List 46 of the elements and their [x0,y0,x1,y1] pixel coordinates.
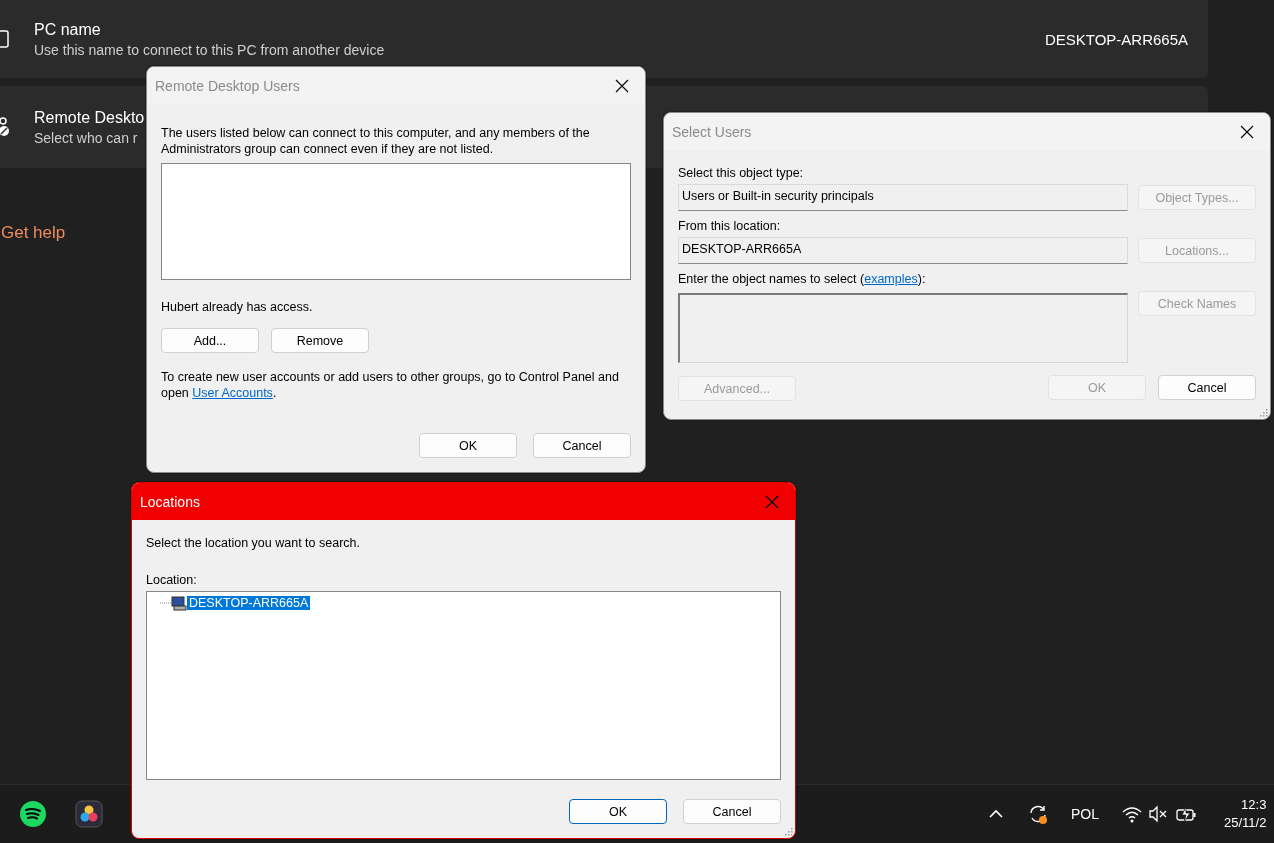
window-title: Locations [140,493,200,510]
field-label: From this location: [678,219,782,233]
dialog-button[interactable]: Add... [161,328,259,353]
help-text: To create new user accounts or add users to other groups, go to Control Panel and open User Accounts. [161,369,620,401]
dialog-button[interactable]: OK [569,799,667,824]
object-names-field[interactable] [678,293,1128,363]
dialog-button[interactable]: Cancel [533,433,631,458]
tree-label: Location: [146,573,198,587]
examples-link[interactable]: examples [864,272,918,286]
window-title: Remote Desktop Users [155,77,300,94]
card-subtitle: Select who can r [34,129,138,146]
tree-item[interactable]: DESKTOP-ARR665A [187,596,311,610]
muted-speaker-icon[interactable] [1147,803,1169,825]
close-icon [1240,124,1254,139]
device-icon [0,27,10,51]
clock-date[interactable]: 25/11/2 [1224,814,1267,832]
input-field[interactable]: DESKTOP-ARR665A [678,237,1128,264]
music-app-icon[interactable] [19,800,47,828]
video-editor-icon[interactable] [75,800,103,828]
sync-icon[interactable] [1027,803,1049,825]
location-tree[interactable]: DESKTOP-ARR665A [146,591,781,780]
language-indicator[interactable]: POL [1071,806,1099,822]
pc-name-value: DESKTOP-ARR665A [1044,30,1188,48]
close-icon [615,78,629,93]
input-field[interactable]: Users or Built-in security principals [678,184,1128,211]
access-note: Hubert already has access. [161,300,314,314]
dialog-button[interactable]: Cancel [1158,375,1256,400]
field-label: Select this object type: [678,166,805,180]
description-text: Select the location you want to search. [146,536,361,550]
resize-grip-icon[interactable] [783,826,793,836]
card-title: PC name [34,20,101,39]
dialog-button[interactable]: OK [419,433,517,458]
help-link[interactable]: Get help [1,223,66,243]
resize-grip-icon[interactable] [1258,407,1268,417]
dialog-button[interactable]: Cancel [683,799,781,824]
close-icon [765,494,779,509]
dialog-button[interactable]: Remove [271,328,369,353]
window-title: Select Users [672,123,752,140]
users-list[interactable] [161,163,631,280]
field-label: Enter the object names to select (examples): [678,272,927,286]
clock-time[interactable]: 12:3 [1241,796,1267,814]
computer-icon [159,595,187,611]
description-text: The users listed below can connect to this computer, and any members of the Administrators group can connect even if they are not listed. [161,125,591,157]
card-title: Remote Deskto [34,108,145,127]
user-accounts-link[interactable]: User Accounts [192,386,273,400]
card-subtitle: Use this name to connect to this PC from another device [34,41,385,58]
